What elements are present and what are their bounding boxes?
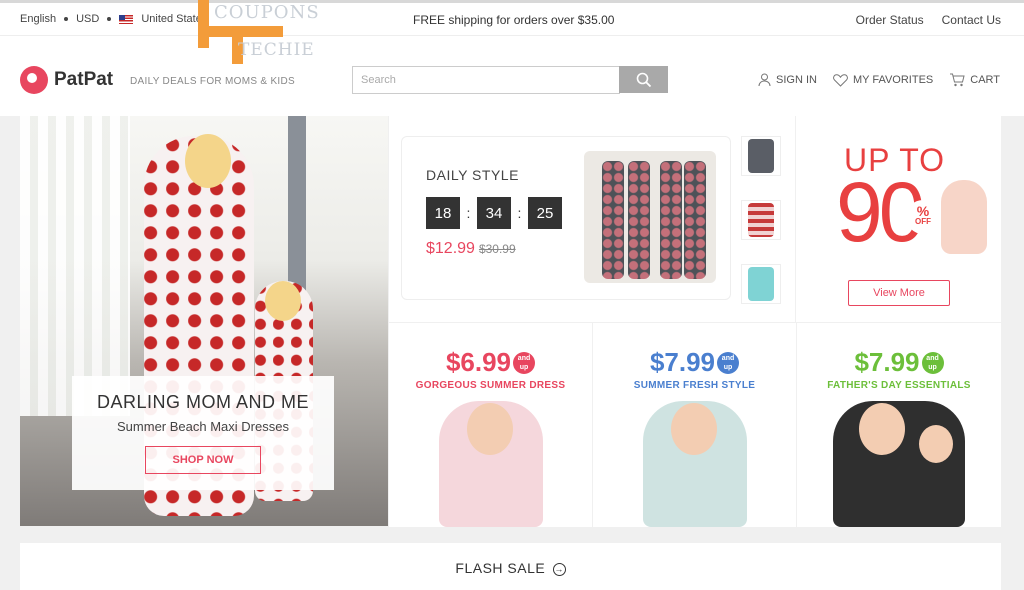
patpat-logo[interactable]: PatPat (20, 66, 113, 94)
thumbnail[interactable] (741, 264, 781, 304)
and-up-badge: and up (513, 351, 536, 374)
daily-old-price: $30.99 (478, 242, 516, 256)
thumbnail[interactable] (741, 200, 781, 240)
daily-style-title: DAILY STYLE (426, 167, 519, 183)
logo-text: PatPat (54, 69, 114, 90)
cart-label: CART (970, 74, 1000, 86)
heart-icon (833, 73, 848, 87)
contact-us-link[interactable]: Contact Us (942, 13, 1001, 27)
thumbnail[interactable] (741, 136, 781, 176)
tile-label: GORGEOUS SUMMER DRESS (415, 380, 566, 391)
user-icon (758, 73, 771, 87)
and-up-badge: and up (717, 351, 740, 374)
up-to-90-off-promo[interactable]: UP TO 90 % OFF View More (796, 116, 1001, 322)
cart-link[interactable]: CART (949, 73, 1000, 87)
daily-thumbnails (741, 136, 783, 328)
daily-product-image[interactable] (584, 151, 716, 283)
hero-subtitle: Summer Beach Maxi Dresses (117, 419, 289, 434)
us-flag-icon (119, 14, 134, 24)
tagline: DAILY DEALS FOR MOMS & KIDS (130, 76, 295, 87)
favorites-label: MY FAVORITES (852, 74, 934, 86)
daily-style-panel: DAILY STYLE 18 : 34 : 25 $12.99 $30.99 (389, 116, 795, 322)
sign-in-link[interactable]: SIGN IN (758, 73, 817, 87)
currency-link[interactable]: USD (76, 13, 99, 25)
search-button[interactable] (619, 66, 668, 93)
tile-price: $6.99 (445, 347, 512, 377)
top-bar: English USD United States FREE shipping … (0, 0, 1024, 36)
cart-icon (950, 73, 965, 87)
tile-fathers-day[interactable]: $7.99 and up FATHER'S DAY ESSENTIALS (797, 323, 1001, 527)
promo-percent-badge: % OFF (906, 200, 940, 234)
countdown-timer: 18 : 34 : 25 (426, 197, 562, 229)
daily-price: $12.99 $30.99 (426, 240, 516, 257)
shop-now-button[interactable]: SHOP NOW (145, 446, 261, 474)
tile-summer-fresh[interactable]: $7.99 and up SUMMER FRESH STYLE (593, 323, 796, 527)
language-link[interactable]: English (20, 13, 56, 25)
countdown-minutes: 34 (477, 197, 511, 229)
order-status-link[interactable]: Order Status (856, 13, 924, 27)
hero-title: DARLING MOM AND ME (96, 392, 310, 412)
countdown-seconds: 25 (528, 197, 562, 229)
tile-price: $7.99 (649, 347, 716, 377)
arrow-right-circle-icon: → (552, 562, 566, 576)
favorites-link[interactable]: MY FAVORITES (833, 73, 934, 87)
site-header: PatPat DAILY DEALS FOR MOMS & KIDS Searc… (0, 36, 1024, 116)
hero-caption-card: DARLING MOM AND ME Summer Beach Maxi Dre… (72, 376, 334, 490)
hero-banner[interactable]: DARLING MOM AND ME Summer Beach Maxi Dre… (20, 116, 388, 526)
tile-summer-dress[interactable]: $6.99 and up GORGEOUS SUMMER DRESS (389, 323, 592, 527)
and-up-badge: and up (921, 351, 944, 374)
daily-style-card[interactable]: DAILY STYLE 18 : 34 : 25 $12.99 $30.99 (401, 136, 731, 300)
flash-sale-label: FLASH SALE (455, 560, 546, 576)
locale-selector[interactable]: English USD United States (20, 13, 207, 25)
search-icon (636, 72, 651, 87)
sign-in-label: SIGN IN (776, 74, 817, 86)
tile-label: FATHER'S DAY ESSENTIALS (827, 380, 971, 391)
separator-dot (107, 17, 112, 21)
logo-mark-icon (20, 66, 48, 94)
search-input[interactable]: Search (352, 66, 620, 94)
shipping-banner: FREE shipping for orders over $35.00 (413, 13, 615, 27)
tile-label: SUMMER FRESH STYLE (633, 380, 756, 391)
countdown-hours: 18 (426, 197, 460, 229)
coupons-techie-watermark: COUPONS TECHIE (196, 0, 326, 64)
promo-baby-image (941, 180, 987, 254)
tile-price: $7.99 (854, 347, 920, 377)
view-more-button[interactable]: View More (848, 280, 950, 306)
separator-dot (64, 17, 69, 21)
flash-sale-bar[interactable]: FLASH SALE → (20, 543, 1001, 590)
